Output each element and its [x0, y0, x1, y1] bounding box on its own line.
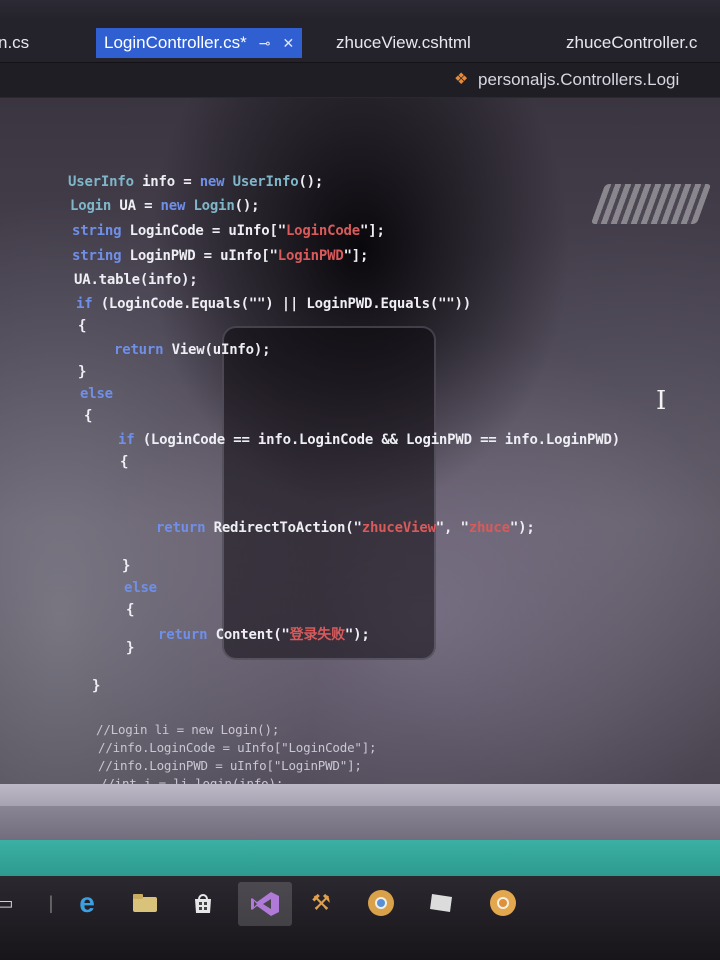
tab-label: zhuceController.c — [566, 33, 698, 52]
output-panel — [0, 806, 720, 840]
code-line: string LoginCode = uInfo["LoginCode"]; — [72, 223, 385, 239]
code-line: { — [126, 602, 135, 618]
visual-studio-icon[interactable] — [238, 882, 292, 926]
code-line: return Content("登录失败"); — [158, 627, 370, 643]
code-line: //info.LoginPWD = uInfo["LoginPWD"]; — [98, 758, 362, 773]
edge-icon[interactable]: e — [70, 886, 104, 920]
window-title-bar — [0, 0, 720, 22]
code-line: } — [122, 558, 131, 574]
close-icon[interactable]: ✕ — [282, 35, 294, 51]
ceiling-light-reflection — [590, 184, 712, 224]
code-line: string LoginPWD = uInfo["LoginPWD"]; — [72, 248, 369, 264]
tab-label: LoginController.cs* — [104, 33, 247, 52]
code-line: { — [78, 318, 87, 334]
tools-icon[interactable]: ⚒ — [304, 886, 338, 920]
code-line: //info.LoginCode = uInfo["LoginCode"]; — [98, 740, 377, 755]
task-view-icon[interactable]: ▭ — [0, 886, 22, 920]
code-line: UA.table(info); — [74, 272, 198, 288]
code-line: { — [84, 408, 93, 424]
code-line: Login UA = new Login(); — [70, 198, 260, 214]
code-line: } — [126, 640, 135, 656]
code-editor[interactable]: UserInfo info = new UserInfo(); Login UA… — [0, 98, 720, 810]
phone-reflection — [222, 326, 436, 660]
navigation-bar[interactable]: ❖ personaljs.Controllers.Logi — [0, 63, 720, 98]
tab-zhuce-view[interactable]: zhuceView.cshtml — [336, 28, 471, 58]
tab-label: zhuceView.cshtml — [336, 33, 471, 52]
text-cursor-icon: I — [656, 386, 667, 416]
code-line: if (LoginCode.Equals("") || LoginPWD.Equ… — [76, 296, 471, 312]
taskbar-divider: | — [48, 892, 54, 913]
windows-taskbar: ▭ | e ⚒ — [0, 876, 720, 960]
code-line: } — [78, 364, 87, 380]
pin-icon[interactable]: ⊸ — [259, 35, 271, 51]
code-line: return RedirectToAction("zhuceView", "zh… — [156, 520, 535, 536]
code-line: { — [120, 454, 129, 470]
type-dropdown[interactable]: personaljs.Controllers.Logi — [478, 70, 679, 90]
code-line: else — [80, 386, 113, 402]
status-bar — [0, 840, 720, 876]
store-icon[interactable] — [186, 886, 220, 920]
horizontal-scrollbar[interactable] — [0, 784, 720, 806]
chrome-icon[interactable] — [486, 886, 520, 920]
tab-login-controller[interactable]: LoginController.cs* ⊸ ✕ — [96, 28, 303, 58]
file-explorer-icon[interactable] — [128, 886, 162, 920]
tab-zhuce-controller[interactable]: zhuceController.c — [566, 28, 697, 58]
code-line: //Login li = new Login(); — [96, 722, 280, 737]
tab-n-cs[interactable]: n.cs — [0, 28, 29, 58]
code-line: if (LoginCode == info.LoginCode && Login… — [118, 432, 620, 448]
code-line: UserInfo info = new UserInfo(); — [68, 174, 324, 190]
document-tab-strip: n.cs LoginController.cs* ⊸ ✕ zhuceView.csh… — [0, 22, 720, 85]
notes-icon[interactable] — [424, 886, 458, 920]
class-icon: ❖ — [454, 71, 469, 88]
code-line: return View(uInfo); — [114, 342, 271, 358]
code-line: else — [124, 580, 157, 596]
chrome-icon[interactable] — [364, 886, 398, 920]
code-line: } — [92, 678, 101, 694]
tab-label: n.cs — [0, 33, 30, 52]
